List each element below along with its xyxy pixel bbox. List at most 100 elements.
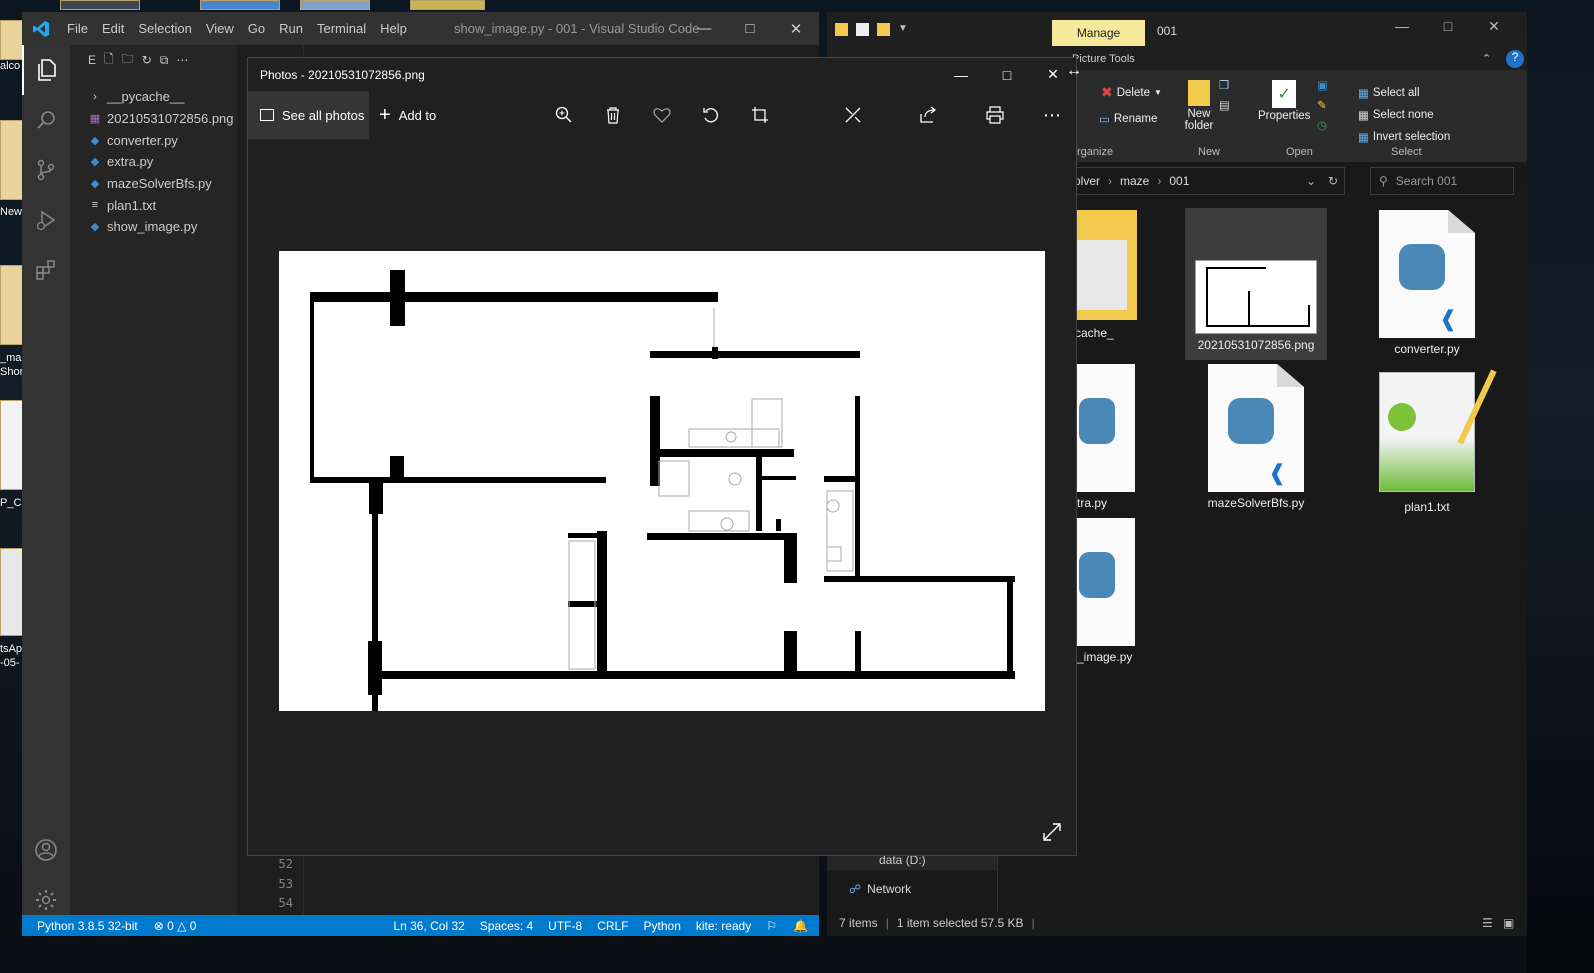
menu-view[interactable]: View bbox=[206, 21, 234, 36]
properties-button[interactable]: ✓ Properties bbox=[1258, 80, 1310, 122]
explorer-icon[interactable] bbox=[22, 45, 70, 95]
history-icon[interactable]: ◷ bbox=[1317, 118, 1327, 132]
properties-quick-icon[interactable] bbox=[856, 23, 869, 36]
run-debug-icon[interactable] bbox=[22, 195, 70, 245]
floor-plan-image[interactable] bbox=[279, 251, 1045, 898]
cursor-position[interactable]: Ln 36, Col 32 bbox=[393, 919, 464, 933]
large-icons-view-icon[interactable]: ▣ bbox=[1503, 916, 1514, 930]
edit-icon[interactable]: ✎ bbox=[1317, 98, 1327, 112]
new-folder-icon[interactable]: 🗀 bbox=[122, 50, 134, 71]
file-tree-item[interactable]: ▦ 20210531072856.png bbox=[70, 108, 237, 130]
share-icon[interactable] bbox=[916, 103, 940, 127]
desktop-icon-label[interactable]: P_C bbox=[0, 497, 24, 509]
fullscreen-expand-icon[interactable] bbox=[1042, 822, 1062, 845]
edit-icon[interactable] bbox=[842, 103, 866, 127]
menu-go[interactable]: Go bbox=[248, 21, 265, 36]
add-to-button[interactable]: + Add to bbox=[379, 91, 436, 139]
accounts-icon[interactable] bbox=[22, 825, 70, 875]
desktop-folder-icon[interactable] bbox=[0, 265, 24, 345]
desktop-icon-label[interactable]: alco bbox=[0, 60, 24, 72]
address-bar[interactable]: olver › maze › 001 ⌄ ↻ bbox=[1069, 167, 1345, 195]
file-item[interactable]: ❰ converter.py bbox=[1356, 210, 1498, 356]
line-ending[interactable]: CRLF bbox=[597, 919, 628, 933]
file-item[interactable]: plan1.txt bbox=[1356, 364, 1498, 514]
more-actions-icon[interactable]: ⋯ bbox=[176, 53, 188, 67]
desktop-icon-label[interactable]: tsAp bbox=[0, 643, 24, 655]
new-item-icon[interactable]: ❐ bbox=[1219, 78, 1229, 92]
invert-selection-button[interactable]: ▦ Invert selection bbox=[1358, 130, 1450, 144]
desktop-icon-label[interactable]: New f bbox=[0, 206, 24, 218]
ribbon-collapse-icon[interactable]: ⌃ bbox=[1482, 52, 1491, 65]
delete-button[interactable]: ✖ Delete ▼ bbox=[1101, 84, 1162, 101]
menu-selection[interactable]: Selection bbox=[138, 21, 191, 36]
menu-run[interactable]: Run bbox=[279, 21, 303, 36]
menu-file[interactable]: File bbox=[67, 21, 88, 36]
menu-terminal[interactable]: Terminal bbox=[317, 21, 366, 36]
search-icon[interactable] bbox=[22, 95, 70, 145]
address-dropdown-icon[interactable]: ⌄ bbox=[1306, 174, 1316, 188]
see-all-photos-button[interactable]: See all photos bbox=[248, 91, 369, 139]
select-none-button[interactable]: ▦ Select none bbox=[1358, 108, 1434, 122]
file-tree-item[interactable]: ◆ mazeSolverBfs.py bbox=[70, 173, 237, 195]
feedback-icon[interactable]: ⚐ bbox=[766, 919, 777, 933]
manage-tab[interactable]: Manage bbox=[1052, 20, 1145, 46]
search-box[interactable]: ⚲ Search 001 bbox=[1370, 167, 1514, 195]
source-control-icon[interactable] bbox=[22, 145, 70, 195]
help-icon[interactable]: ? bbox=[1506, 50, 1524, 68]
refresh-icon[interactable]: ↻ bbox=[1328, 174, 1338, 188]
crop-icon[interactable] bbox=[748, 103, 772, 127]
extensions-icon[interactable] bbox=[22, 245, 70, 295]
breadcrumb-item[interactable]: olver bbox=[1074, 174, 1100, 188]
collapse-all-icon[interactable]: ⧉ bbox=[160, 53, 169, 68]
close-button[interactable]: ✕ bbox=[1471, 18, 1517, 35]
menu-help[interactable]: Help bbox=[380, 21, 407, 36]
file-tree-item[interactable]: › __pycache__ bbox=[70, 86, 237, 108]
zoom-in-icon[interactable] bbox=[552, 103, 576, 127]
desktop-icon-label[interactable]: Shor bbox=[0, 366, 24, 378]
desktop-folder-icon[interactable] bbox=[0, 20, 24, 60]
indentation[interactable]: Spaces: 4 bbox=[480, 919, 533, 933]
maximize-button[interactable]: □ bbox=[727, 12, 773, 45]
new-folder-button[interactable]: New folder bbox=[1179, 80, 1219, 132]
language-mode[interactable]: Python bbox=[644, 919, 681, 933]
desktop-document-icon[interactable] bbox=[0, 548, 24, 636]
rename-button[interactable]: ▭ Rename bbox=[1099, 112, 1157, 126]
print-icon[interactable] bbox=[983, 103, 1007, 127]
maximize-button[interactable]: □ bbox=[1425, 18, 1471, 35]
minimize-button[interactable]: — bbox=[681, 12, 727, 45]
file-item-selected[interactable]: 20210531072856.png bbox=[1185, 208, 1327, 360]
desktop-icon-label[interactable]: _maz bbox=[0, 352, 24, 364]
file-tree-item[interactable]: ◆ extra.py bbox=[70, 151, 237, 173]
close-button[interactable]: ✕ bbox=[773, 12, 819, 45]
select-all-button[interactable]: ▦ Select all bbox=[1358, 86, 1420, 100]
file-tree-item[interactable]: ≡ plan1.txt bbox=[70, 194, 237, 216]
open-icon[interactable]: ▣ bbox=[1317, 78, 1328, 92]
easy-access-icon[interactable]: ▤ bbox=[1219, 98, 1230, 112]
delete-icon[interactable] bbox=[601, 103, 625, 127]
desktop-document-icon[interactable] bbox=[0, 400, 24, 490]
rotate-icon[interactable] bbox=[699, 103, 723, 127]
nav-item-network[interactable]: ☍ Network bbox=[849, 882, 911, 896]
file-tree-item[interactable]: ◆ converter.py bbox=[70, 129, 237, 151]
breadcrumb-item[interactable]: 001 bbox=[1169, 174, 1189, 188]
heart-icon[interactable] bbox=[650, 103, 674, 127]
details-view-icon[interactable]: ☰ bbox=[1482, 916, 1493, 930]
breadcrumb-item[interactable]: maze bbox=[1120, 174, 1149, 188]
desktop-icon-label[interactable]: -05- bbox=[0, 657, 24, 669]
maximize-button[interactable]: □ bbox=[984, 58, 1030, 91]
file-item[interactable]: ❰ mazeSolverBfs.py bbox=[1185, 364, 1327, 510]
problems-indicator[interactable]: ⊗ 0 △ 0 bbox=[154, 919, 197, 933]
kite-status[interactable]: kite: ready bbox=[696, 919, 751, 933]
more-icon[interactable]: ⋯ bbox=[1040, 103, 1064, 127]
encoding[interactable]: UTF-8 bbox=[548, 919, 582, 933]
notifications-bell-icon[interactable]: 🔔 bbox=[793, 919, 808, 933]
file-tree-item[interactable]: ◆ show_image.py bbox=[70, 216, 237, 238]
refresh-icon[interactable]: ↻ bbox=[142, 53, 152, 67]
new-file-icon[interactable]: 🗋 bbox=[104, 50, 114, 71]
desktop-folder-icon[interactable] bbox=[0, 120, 24, 200]
python-interpreter[interactable]: Python 3.8.5 32-bit bbox=[37, 919, 138, 933]
minimize-button[interactable]: — bbox=[938, 58, 984, 91]
quick-access-dropdown-icon[interactable]: ▼ bbox=[898, 23, 908, 36]
minimize-button[interactable]: — bbox=[1379, 18, 1425, 35]
menu-edit[interactable]: Edit bbox=[102, 21, 124, 36]
